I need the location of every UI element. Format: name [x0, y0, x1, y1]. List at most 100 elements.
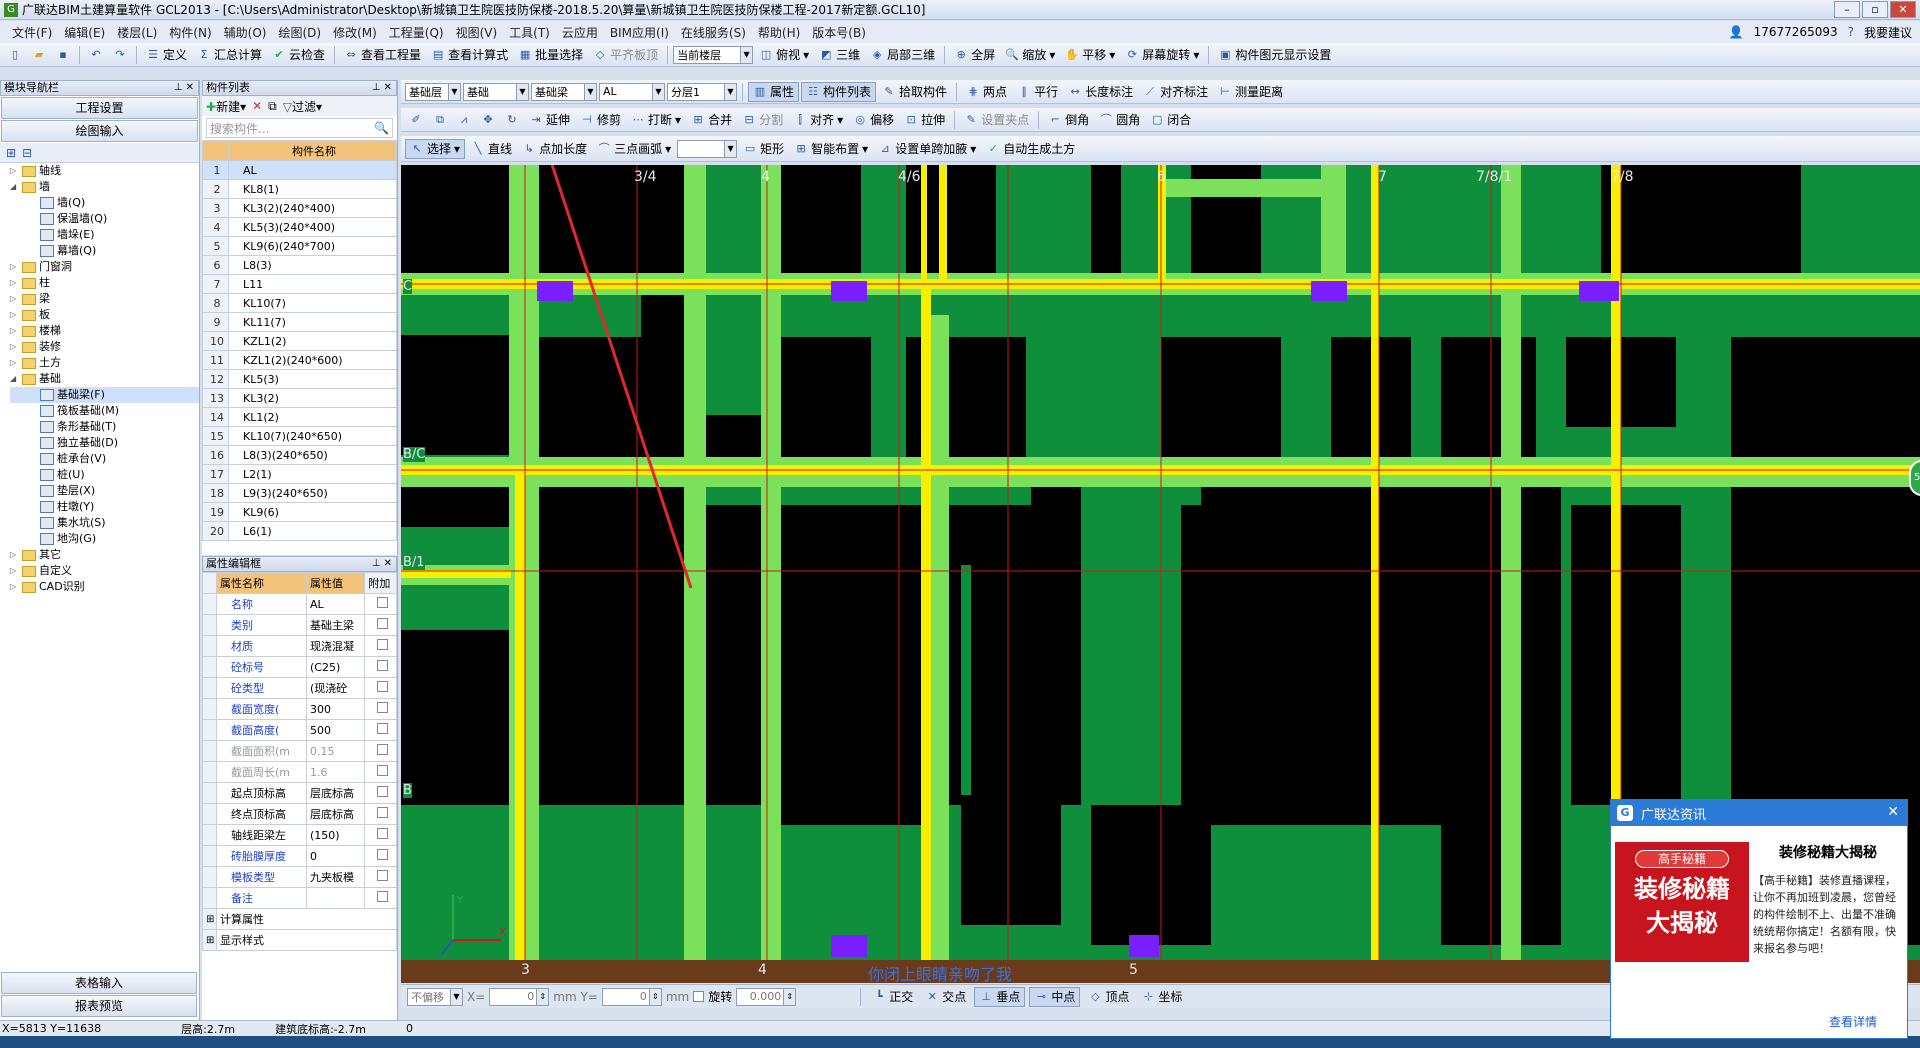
pick-component-button[interactable]: ✎ 拾取构件	[878, 82, 951, 102]
menu-item[interactable]: BIM应用(I)	[604, 24, 675, 41]
table-row[interactable]: 4 KL5(3)(240*400)	[202, 217, 397, 237]
undo-button[interactable]: ↶	[85, 45, 107, 65]
table-row[interactable]: 6 L8(3)	[202, 255, 397, 275]
menu-item[interactable]: 云应用	[556, 24, 604, 41]
menu-item[interactable]: 修改(M)	[327, 24, 383, 41]
property-value[interactable]	[305, 887, 366, 909]
attach-checkbox[interactable]	[376, 849, 388, 860]
property-value[interactable]: 层底标高	[305, 782, 366, 804]
copy-icon[interactable]: ⧉	[268, 99, 277, 114]
three-arc-button[interactable]: ⌒ 三点画弧 ▾	[593, 139, 675, 159]
component-name-cell[interactable]: KL1(2)	[228, 407, 397, 427]
attach-checkbox[interactable]	[376, 828, 388, 839]
table-row[interactable]: 19 KL9(6)	[202, 502, 397, 522]
component-name-cell[interactable]: KZL1(2)	[228, 331, 397, 351]
top-view-button[interactable]: ◫ 俯视 ▾	[755, 45, 813, 65]
component-name-cell[interactable]: KL3(2)(240*400)	[228, 198, 397, 218]
menu-item[interactable]: 构件(N)	[163, 24, 217, 41]
menu-item[interactable]: 工具(T)	[503, 24, 556, 41]
pin-icon[interactable]: ⊥ ✕	[174, 81, 198, 95]
attach-checkbox[interactable]	[376, 639, 388, 650]
set-span-button[interactable]: ⊿ 设置单跨加腋 ▾	[874, 139, 980, 159]
redo-button[interactable]: ↷	[109, 45, 131, 65]
component-name-cell[interactable]: KL10(7)(240*650)	[228, 426, 397, 446]
component-name-cell[interactable]: L8(3)	[228, 255, 397, 275]
component-name-cell[interactable]: L6(1)	[228, 521, 397, 541]
suggest-link[interactable]: 我要建议	[1864, 24, 1912, 41]
expand-icon[interactable]: ▷	[10, 275, 19, 291]
table-row[interactable]: 1 AL	[202, 160, 397, 180]
table-row[interactable]: 3 KL3(2)(240*400)	[202, 198, 397, 218]
tool-b-button[interactable]: ⧉	[429, 110, 451, 130]
zoom-button[interactable]: 🔍 缩放 ▾	[1001, 45, 1059, 65]
cloud-check-button[interactable]: ✔ 云检查	[268, 45, 329, 65]
parallel-button[interactable]: ∥ 平行	[1013, 82, 1062, 102]
expand-group-icon[interactable]: ⊞	[202, 929, 217, 951]
table-row[interactable]: 5 KL9(6)(240*700)	[202, 236, 397, 256]
attach-checkbox[interactable]	[376, 618, 388, 629]
component-name-cell[interactable]: KL9(6)	[228, 502, 397, 522]
popup-close-icon[interactable]: ✕	[1887, 804, 1899, 820]
tree-node[interactable]: 桩承台(V)	[10, 451, 199, 467]
component-name-cell[interactable]: KZL1(2)(240*600)	[228, 350, 397, 370]
property-value[interactable]: 300	[305, 698, 366, 720]
rotate-button[interactable]: ⟳ 屏幕旋转 ▾	[1121, 45, 1203, 65]
batch-select-button[interactable]: ▦ 批量选择	[514, 45, 587, 65]
define-button[interactable]: ☰ 定义	[142, 45, 191, 65]
tree-node[interactable]: 柱墩(Y)	[10, 499, 199, 515]
expand-icon[interactable]: ▷	[10, 307, 19, 323]
minimize-button[interactable]: –	[1834, 1, 1860, 18]
save-button[interactable]: ▪	[52, 45, 74, 65]
property-row[interactable]: 备注	[202, 887, 397, 909]
expand-icon[interactable]: ▷	[10, 163, 19, 179]
attach-checkbox[interactable]	[376, 765, 388, 776]
tree-node[interactable]: 独立基础(D)	[10, 435, 199, 451]
new-component-button[interactable]: ✚新建▾	[206, 98, 246, 115]
tree-node[interactable]: 垫层(X)	[10, 483, 199, 499]
tree-node[interactable]: ▷ CAD识别	[10, 579, 199, 595]
trim-button[interactable]: ⊣ 修剪	[576, 110, 625, 130]
help-icon[interactable]: ?	[1848, 25, 1854, 39]
table-input-button[interactable]: 表格输入	[1, 972, 197, 994]
property-row[interactable]: 砼标号 (C25)	[202, 656, 397, 678]
view-details-link[interactable]: 查看详情	[1829, 1013, 1877, 1030]
menu-item[interactable]: 版本号(B)	[806, 24, 872, 41]
layer-select[interactable]: 分层1 ▼	[667, 82, 737, 101]
drawing-input-button[interactable]: 绘图输入	[1, 120, 198, 142]
expand-icon[interactable]: ▷	[10, 547, 19, 563]
local-3d-button[interactable]: ◈ 局部三维	[866, 45, 939, 65]
table-row[interactable]: 16 L8(3)(240*650)	[202, 445, 397, 465]
menu-item[interactable]: 在线服务(S)	[675, 24, 752, 41]
expand-icon[interactable]: ▷	[10, 259, 19, 275]
component-name-cell[interactable]: KL5(3)(240*400)	[228, 217, 397, 237]
stretch-button[interactable]: ⊡ 拉伸	[900, 110, 949, 130]
property-row[interactable]: 名称 AL	[202, 593, 397, 615]
offset-mode-select[interactable]: 不偏移 ▼	[407, 987, 463, 1006]
view-formula-button[interactable]: ▤ 查看计算式	[427, 45, 512, 65]
tool-d-button[interactable]: ✥	[477, 110, 499, 130]
floor-select[interactable]: 基础层 ▼	[405, 82, 461, 101]
attach-checkbox[interactable]	[376, 786, 388, 797]
table-row[interactable]: 2 KL8(1)	[202, 179, 397, 199]
pan-button[interactable]: ✋ 平移 ▾	[1061, 45, 1119, 65]
align-button[interactable]: ⫿ 对齐 ▾	[789, 110, 847, 130]
filter-button[interactable]: ▽过滤▾	[283, 98, 322, 115]
table-row[interactable]: 18 L9(3)(240*650)	[202, 483, 397, 503]
property-value[interactable]: 500	[305, 719, 366, 741]
current-floor-select[interactable]: 当前楼层 ▼	[673, 45, 754, 64]
table-row[interactable]: 15 KL10(7)(240*650)	[202, 426, 397, 446]
tool-a-button[interactable]: ✐	[405, 110, 427, 130]
tree-node[interactable]: 墙垛(E)	[10, 227, 199, 243]
tree-node[interactable]: ▷ 门窗洞	[10, 259, 199, 275]
property-row[interactable]: 截面宽度(300	[202, 698, 397, 720]
length-label-button[interactable]: ↔ 长度标注	[1064, 82, 1137, 102]
point-length-button[interactable]: ↳ 点加长度	[518, 139, 591, 159]
coord-button[interactable]: ⊹ 坐标	[1137, 987, 1186, 1007]
tree-node[interactable]: ▷ 板	[10, 307, 199, 323]
pin-icon[interactable]: ⊥ ✕	[372, 557, 396, 571]
expand-group-icon[interactable]: ⊞	[202, 908, 217, 930]
property-row[interactable]: 终点顶标高 层底标高	[202, 803, 397, 825]
menu-item[interactable]: 帮助(H)	[752, 24, 806, 41]
break-button[interactable]: ⋯ 打断 ▾	[627, 110, 685, 130]
property-value[interactable]: (现浇砼	[305, 677, 366, 699]
